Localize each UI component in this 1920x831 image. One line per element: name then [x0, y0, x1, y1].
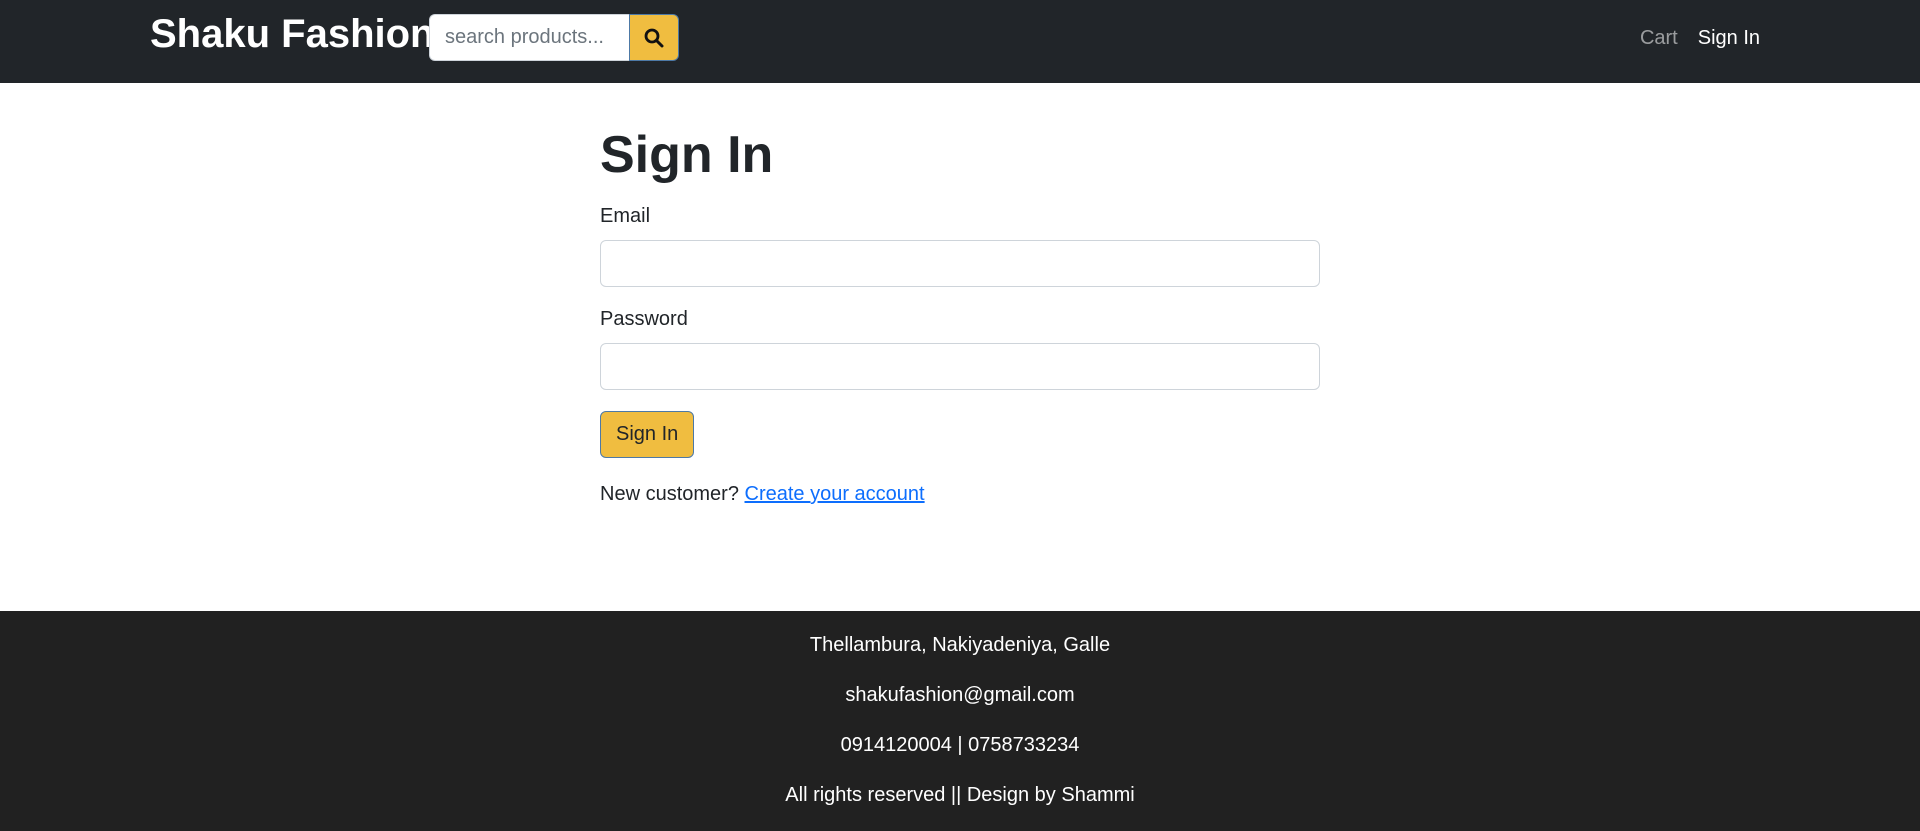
email-field[interactable] — [600, 240, 1320, 287]
search-button[interactable] — [629, 14, 679, 61]
nav-links: Cart Sign In — [1640, 24, 1760, 52]
new-customer-text: New customer? — [600, 483, 745, 505]
brand-logo[interactable]: Shaku Fashion — [150, 12, 435, 56]
footer-copyright: All rights reserved || Design by Shammi — [785, 784, 1135, 806]
nav-cart-link[interactable]: Cart — [1640, 24, 1678, 52]
signin-form: Sign In Email Password Sign In New custo… — [600, 120, 1320, 508]
password-label: Password — [600, 308, 688, 330]
top-navbar: Shaku Fashion Cart Sign In — [0, 0, 1920, 83]
new-customer-row: New customer? Create your account — [600, 480, 1320, 508]
page-title: Sign In — [600, 126, 774, 184]
footer-address: Thellambura, Nakiyadeniya, Galle — [809, 634, 1111, 656]
search-input[interactable] — [429, 14, 629, 61]
footer-email: shakufashion@gmail.com — [845, 684, 1075, 706]
footer-phones: 0914120004 | 0758733234 — [840, 734, 1080, 756]
search-icon — [644, 28, 664, 47]
nav-signin-link[interactable]: Sign In — [1698, 24, 1760, 52]
search-form — [429, 14, 679, 61]
email-label: Email — [600, 205, 651, 227]
signin-submit-button[interactable]: Sign In — [600, 411, 695, 458]
create-account-link[interactable]: Create your account — [745, 483, 925, 505]
password-field[interactable] — [600, 343, 1320, 390]
footer: Thellambura, Nakiyadeniya, Galle shakufa… — [0, 611, 1920, 831]
